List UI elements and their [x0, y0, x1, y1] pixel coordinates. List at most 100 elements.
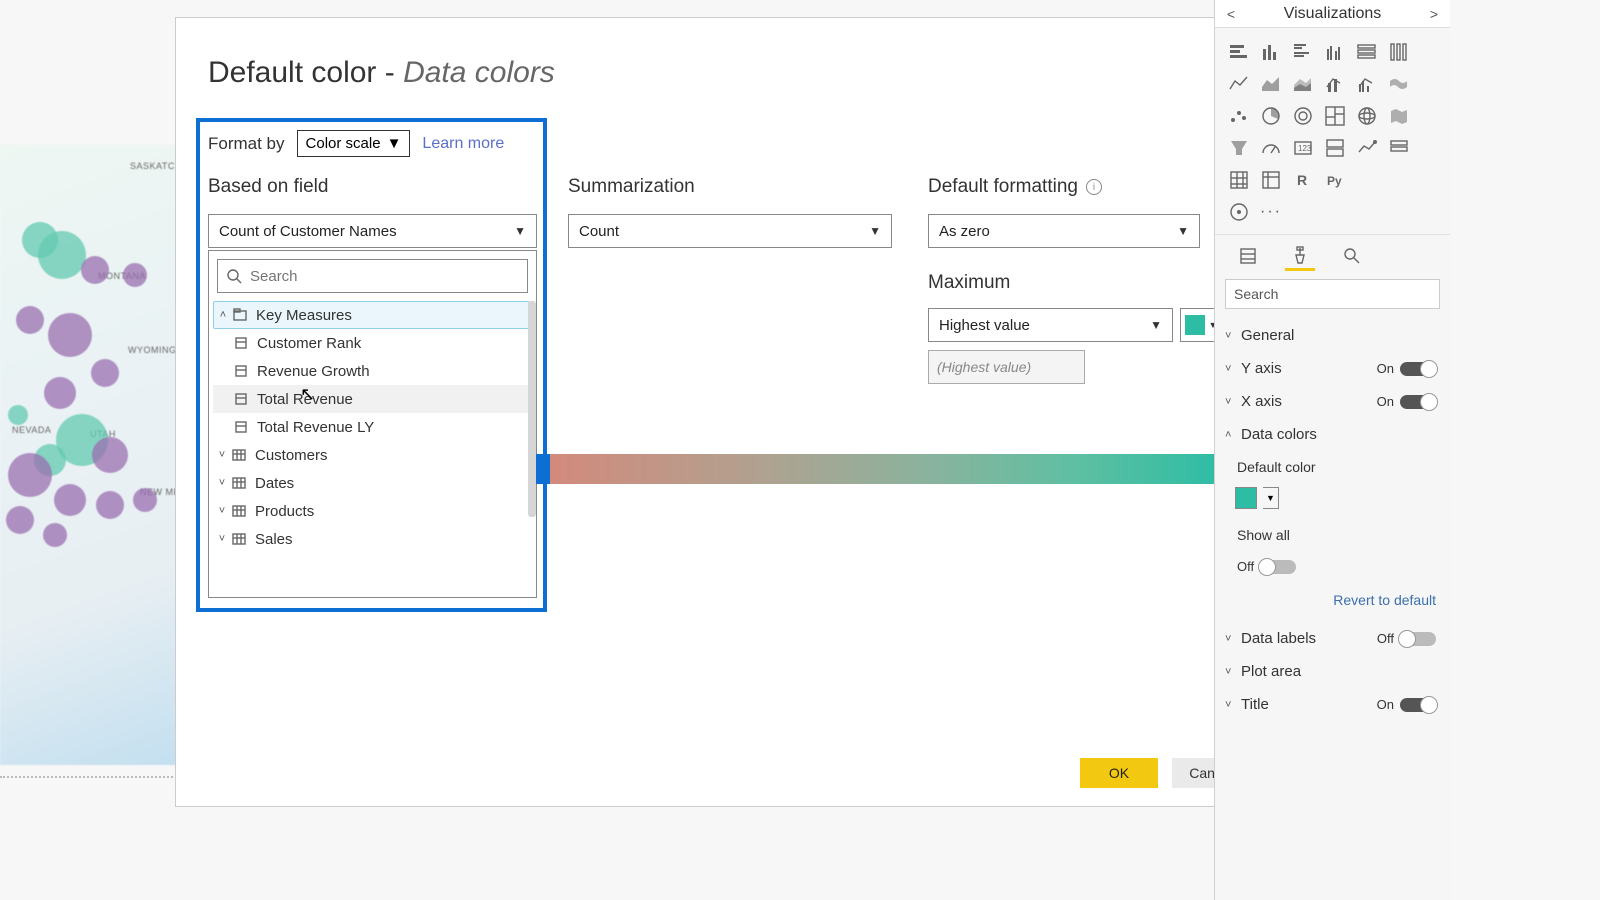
toggle-y-axis[interactable]	[1400, 362, 1436, 376]
field-search[interactable]	[217, 259, 528, 293]
format-card-data-labels[interactable]: ˅Data labels Off	[1215, 622, 1450, 655]
viz-scatter-icon[interactable]	[1225, 102, 1253, 130]
tree-group-key-measures[interactable]: ˄ Key Measures	[213, 301, 530, 329]
viz-area-icon[interactable]	[1257, 70, 1285, 98]
ok-button[interactable]: OK	[1080, 758, 1158, 788]
viz-gauge-icon[interactable]	[1257, 134, 1285, 162]
maximum-dropdown[interactable]: Highest value ▼	[928, 308, 1173, 342]
default-formatting-dropdown[interactable]: As zero ▼	[928, 214, 1200, 248]
tree-item-total-revenue[interactable]: Total Revenue	[213, 385, 530, 413]
viz-100-stacked-column-icon[interactable]	[1385, 38, 1413, 66]
color-swatch	[1185, 315, 1205, 335]
viz-map-icon[interactable]	[1353, 102, 1381, 130]
format-by-select[interactable]: Color scale ▼	[297, 130, 411, 157]
toggle-x-axis[interactable]	[1400, 395, 1436, 409]
svg-text:R: R	[1297, 172, 1307, 188]
viz-clustered-bar-icon[interactable]	[1289, 38, 1317, 66]
format-card-data-colors[interactable]: ˄Data colors	[1215, 418, 1450, 451]
fields-tab[interactable]	[1233, 241, 1263, 271]
format-default-color-picker[interactable]: ▼	[1215, 483, 1450, 519]
format-card-x-axis[interactable]: ˅X axis On	[1215, 385, 1450, 418]
viz-pie-icon[interactable]	[1257, 102, 1285, 130]
toggle-data-labels[interactable]	[1400, 632, 1436, 646]
tree-item-customer-rank[interactable]: Customer Rank	[213, 329, 530, 357]
svg-text:123: 123	[1298, 144, 1312, 153]
viz-stacked-column-icon[interactable]	[1257, 38, 1285, 66]
based-on-field-dropdown[interactable]: Count of Customer Names ▼	[208, 214, 537, 248]
viz-ribbon-icon[interactable]	[1385, 70, 1413, 98]
color-swatch	[1235, 487, 1257, 509]
viz-clustered-column-icon[interactable]	[1321, 38, 1349, 66]
analytics-tab[interactable]	[1337, 241, 1367, 271]
format-card-title[interactable]: ˅Title On	[1215, 688, 1450, 721]
format-show-all[interactable]: Show all	[1215, 519, 1450, 551]
more-visuals-icon[interactable]: ···	[1257, 198, 1285, 226]
chevron-left-icon[interactable]: <	[1221, 6, 1241, 22]
visualization-type-grid: 123 R Py ···	[1215, 28, 1450, 230]
map-bubble	[38, 231, 86, 279]
chevron-right-icon[interactable]: >	[1424, 6, 1444, 22]
map-bubble	[16, 306, 44, 334]
format-card-general[interactable]: ˅General	[1215, 319, 1450, 352]
viz-r-icon[interactable]: R	[1289, 166, 1317, 194]
learn-more-link[interactable]: Learn more	[422, 135, 504, 153]
tree-table-products[interactable]: ˅ Products	[213, 497, 530, 525]
viz-100-stacked-bar-icon[interactable]	[1353, 38, 1381, 66]
viz-line-clustered-column-icon[interactable]	[1353, 70, 1381, 98]
map-bubble	[43, 523, 67, 547]
viz-card-icon[interactable]: 123	[1289, 134, 1317, 162]
folder-icon	[232, 307, 248, 323]
viz-line-column-icon[interactable]	[1321, 70, 1349, 98]
viz-line-icon[interactable]	[1225, 70, 1253, 98]
summarization-dropdown[interactable]: Count ▼	[568, 214, 892, 248]
viz-donut-icon[interactable]	[1289, 102, 1317, 130]
viz-kpi-icon[interactable]	[1353, 134, 1381, 162]
field-search-input[interactable]	[250, 268, 519, 285]
tree-label: Customer Rank	[257, 335, 361, 352]
viz-python-icon[interactable]: Py	[1321, 166, 1349, 194]
default-color-dialog: ✕ Default color - Data colors Format by …	[175, 17, 1281, 807]
viz-stacked-area-icon[interactable]	[1289, 70, 1317, 98]
maximum-label: Maximum	[928, 272, 1010, 294]
format-card-y-axis[interactable]: ˅Y axis On	[1215, 352, 1450, 385]
toggle-title[interactable]	[1400, 698, 1436, 712]
info-icon[interactable]: i	[1086, 179, 1102, 195]
scrollbar-thumb[interactable]	[528, 301, 536, 517]
viz-stacked-bar-icon[interactable]	[1225, 38, 1253, 66]
summarization-label: Summarization	[568, 176, 695, 198]
map-bubble	[96, 491, 124, 519]
chevron-down-icon: ˅	[1225, 396, 1237, 408]
toggle-show-all[interactable]	[1260, 560, 1296, 574]
revert-to-default-link[interactable]: Revert to default	[1215, 582, 1450, 622]
viz-table-icon[interactable]	[1225, 166, 1253, 194]
tree-table-sales[interactable]: ˅ Sales	[213, 525, 530, 553]
chevron-down-icon: ▼	[1263, 487, 1279, 509]
tree-table-customers[interactable]: ˅ Customers	[213, 441, 530, 469]
table-icon	[231, 447, 247, 463]
format-card-plot-area[interactable]: ˅Plot area	[1215, 655, 1450, 688]
viz-filled-map-icon[interactable]	[1385, 102, 1413, 130]
chevron-down-icon: ▼	[1150, 318, 1162, 332]
viz-arcgis-icon[interactable]	[1225, 198, 1253, 226]
map-bubble	[133, 488, 157, 512]
tree-item-revenue-growth[interactable]: Revenue Growth	[213, 357, 530, 385]
table-icon	[231, 475, 247, 491]
format-search[interactable]: Search	[1225, 279, 1440, 309]
chevron-up-icon: ˄	[1225, 429, 1237, 441]
format-default-color-label: Default color	[1215, 451, 1450, 483]
chevron-down-icon: ˅	[1225, 363, 1237, 375]
viz-multi-card-icon[interactable]	[1321, 134, 1349, 162]
tree-table-dates[interactable]: ˅ Dates	[213, 469, 530, 497]
viz-funnel-icon[interactable]	[1225, 134, 1253, 162]
viz-slicer-icon[interactable]	[1385, 134, 1413, 162]
default-formatting-value: As zero	[939, 223, 990, 240]
chevron-down-icon: ▼	[1177, 224, 1189, 238]
dialog-title: Default color - Data colors	[208, 56, 555, 90]
visualizations-title: Visualizations	[1284, 5, 1382, 23]
tree-item-total-revenue-ly[interactable]: Total Revenue LY	[213, 413, 530, 441]
viz-matrix-icon[interactable]	[1257, 166, 1285, 194]
viz-treemap-icon[interactable]	[1321, 102, 1349, 130]
summarization-value: Count	[579, 223, 619, 240]
measure-icon	[233, 391, 249, 407]
format-tab[interactable]	[1285, 241, 1315, 271]
